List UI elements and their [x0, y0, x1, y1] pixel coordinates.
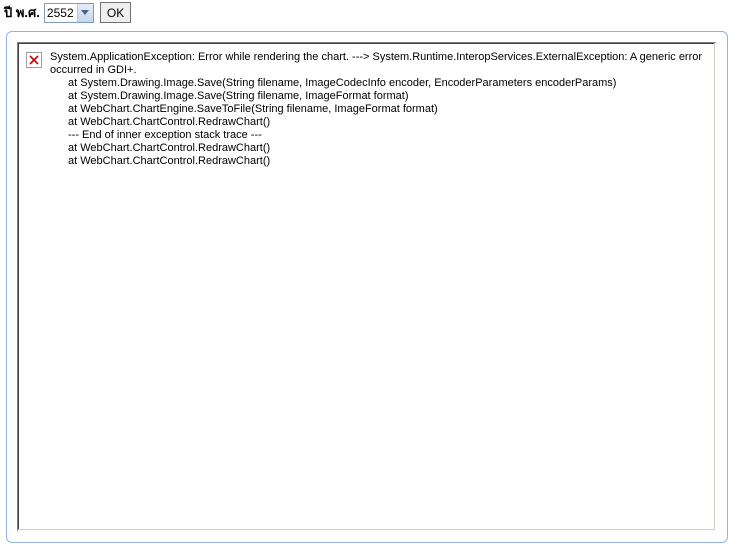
error-panel: System.ApplicationException: Error while…: [17, 42, 717, 532]
error-text: System.ApplicationException: Error while…: [50, 51, 702, 168]
year-select-value: 2552: [47, 6, 77, 20]
error-line-1: System.ApplicationException: Error while…: [50, 51, 702, 63]
error-frame: System.ApplicationException: Error while…: [6, 31, 728, 543]
error-content: System.ApplicationException: Error while…: [26, 51, 705, 168]
error-line-2: occurred in GDI+.: [50, 64, 137, 76]
stack-line: at System.Drawing.Image.Save(String file…: [50, 90, 702, 103]
stack-line: at System.Drawing.Image.Save(String file…: [50, 77, 702, 90]
stack-line: at WebChart.ChartEngine.SaveToFile(Strin…: [50, 103, 702, 116]
ok-button[interactable]: OK: [100, 2, 131, 23]
stack-line: at WebChart.ChartControl.RedrawChart(): [50, 155, 702, 168]
stack-line: --- End of inner exception stack trace -…: [50, 129, 702, 142]
chevron-down-icon[interactable]: [77, 4, 93, 22]
top-controls: ปี พ.ศ. 2552 OK: [0, 0, 745, 31]
broken-image-icon: [26, 52, 42, 68]
year-label: ปี พ.ศ.: [4, 2, 40, 23]
stack-line: at WebChart.ChartControl.RedrawChart(): [50, 116, 702, 129]
stack-line: at WebChart.ChartControl.RedrawChart(): [50, 142, 702, 155]
year-select[interactable]: 2552: [44, 3, 94, 23]
